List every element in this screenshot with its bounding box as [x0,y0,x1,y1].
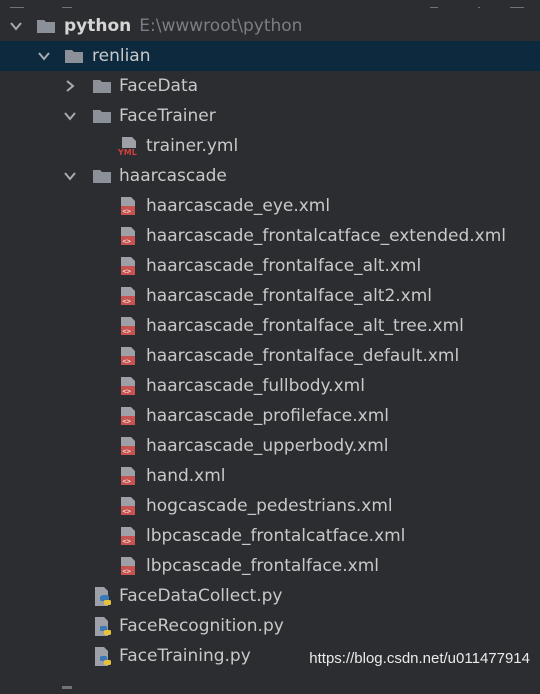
chevron-right-icon[interactable] [62,78,78,94]
tree-node-haarcascade[interactable]: haarcascade [0,161,540,191]
tree-node-xml-file[interactable]: <> haarcascade_profileface.xml [0,401,540,431]
tree-node-facetrainer[interactable]: FaceTrainer [0,101,540,131]
folder-icon [92,106,112,126]
xml-file-icon: <> [118,316,138,336]
xml-file-icon: <> [118,436,138,456]
tree-node-xml-file[interactable]: <> haarcascade_upperbody.xml [0,431,540,461]
tree-node-xml-file[interactable]: <> lbpcascade_frontalcatface.xml [0,521,540,551]
tree-node-xml-file[interactable]: <> haarcascade_eye.xml [0,191,540,221]
xml-file-icon: <> [118,496,138,516]
tree-node-python[interactable]: python E:\wwwroot\python [0,11,540,41]
svg-text:<>: <> [123,208,131,216]
tree-node-label: haarcascade_eye.xml [146,196,331,216]
yml-badge: YML [118,148,137,156]
tree-node-label: lbpcascade_frontalface.xml [146,556,379,576]
project-name-label: python E:\wwwroot\python [64,15,302,37]
folder-icon [92,76,112,96]
tree-node-label: haarcascade [119,166,227,186]
python-file-icon [92,586,112,606]
tree-node-label: haarcascade_fullbody.xml [146,376,365,396]
tree-node-label: haarcascade_frontalface_default.xml [146,346,460,366]
tree-node-label: hand.xml [146,466,226,486]
tree-node-xml-file[interactable]: <> hogcascade_pedestrians.xml [0,491,540,521]
svg-text:<>: <> [123,328,131,336]
svg-text:<>: <> [123,298,131,306]
tree-node-label: FaceData [119,76,199,96]
tree-node-label: FaceDataCollect.py [119,586,283,606]
xml-file-icon: <> [118,256,138,276]
top-strip [0,0,540,8]
xml-file-icon: <> [118,196,138,216]
svg-text:<>: <> [123,448,131,456]
svg-text:<>: <> [123,388,131,396]
xml-file-icon: <> [118,526,138,546]
tree-node-label: lbpcascade_frontalcatface.xml [146,526,406,546]
chevron-down-icon[interactable] [62,168,78,184]
tree-node-label: trainer.yml [146,136,239,156]
tree-node-xml-file[interactable]: <> haarcascade_frontalface_default.xml [0,341,540,371]
project-path: E:\wwwroot\python [139,16,303,36]
tree-node-xml-file[interactable]: <> haarcascade_frontalface_alt_tree.xml [0,311,540,341]
yml-file-icon: YML [117,136,138,157]
tree-node-label: haarcascade_upperbody.xml [146,436,389,456]
tree-node-label: FaceRecognition.py [119,616,284,636]
xml-file-icon: <> [118,376,138,396]
chevron-down-icon[interactable] [8,18,24,34]
project-name: python [64,16,132,36]
chevron-down-icon[interactable] [36,48,52,64]
tree-node-label: haarcascade_frontalface_alt_tree.xml [146,316,464,336]
svg-text:<>: <> [123,358,131,366]
svg-text:<>: <> [123,568,131,576]
tree-node-py-file[interactable]: FaceRecognition.py [0,611,540,641]
svg-text:<>: <> [123,268,131,276]
tree-node-label: haarcascade_frontalcatface_extended.xml [146,226,506,246]
tree-node-label: haarcascade_frontalface_alt2.xml [146,286,433,306]
python-file-icon [92,616,112,636]
tree-node-trainer-yml[interactable]: YML trainer.yml [0,131,540,161]
xml-file-icon: <> [118,226,138,246]
xml-file-icon: <> [118,406,138,426]
tree-node-label: haarcascade_profileface.xml [146,406,390,426]
tree-node-label: renlian [92,46,151,66]
tree-node-xml-file[interactable]: <> haarcascade_frontalface_alt.xml [0,251,540,281]
watermark-text: https://blog.csdn.net/u011477914 [309,650,530,667]
svg-text:<>: <> [123,478,131,486]
tree-node-label: haarcascade_frontalface_alt.xml [146,256,422,276]
tree-node-facedata[interactable]: FaceData [0,71,540,101]
xml-file-icon: <> [118,346,138,366]
tree-node-xml-file[interactable]: <> hand.xml [0,461,540,491]
tree-node-xml-file[interactable]: <> haarcascade_frontalface_alt2.xml [0,281,540,311]
svg-text:<>: <> [123,508,131,516]
bottom-strip [0,674,540,689]
svg-text:<>: <> [123,418,131,426]
tree-node-xml-file[interactable]: <> lbpcascade_frontalface.xml [0,551,540,581]
tree-node-xml-file[interactable]: <> haarcascade_fullbody.xml [0,371,540,401]
xml-file-icon: <> [118,466,138,486]
folder-icon [92,166,112,186]
folder-icon [36,16,56,36]
xml-file-icon: <> [118,556,138,576]
tree-node-xml-file[interactable]: <> haarcascade_frontalcatface_extended.x… [0,221,540,251]
chevron-down-icon[interactable] [62,108,78,124]
svg-text:<>: <> [123,238,131,246]
tree-node-label: hogcascade_pedestrians.xml [146,496,393,516]
tree-node-label: FaceTraining.py [119,646,251,666]
python-file-icon [92,646,112,666]
xml-file-icon: <> [118,286,138,306]
tree-node-label: FaceTrainer [119,106,216,126]
tree-node-py-file[interactable]: FaceDataCollect.py [0,581,540,611]
folder-icon [64,46,84,66]
tree-node-renlian[interactable]: renlian [0,41,540,71]
svg-text:<>: <> [123,538,131,546]
